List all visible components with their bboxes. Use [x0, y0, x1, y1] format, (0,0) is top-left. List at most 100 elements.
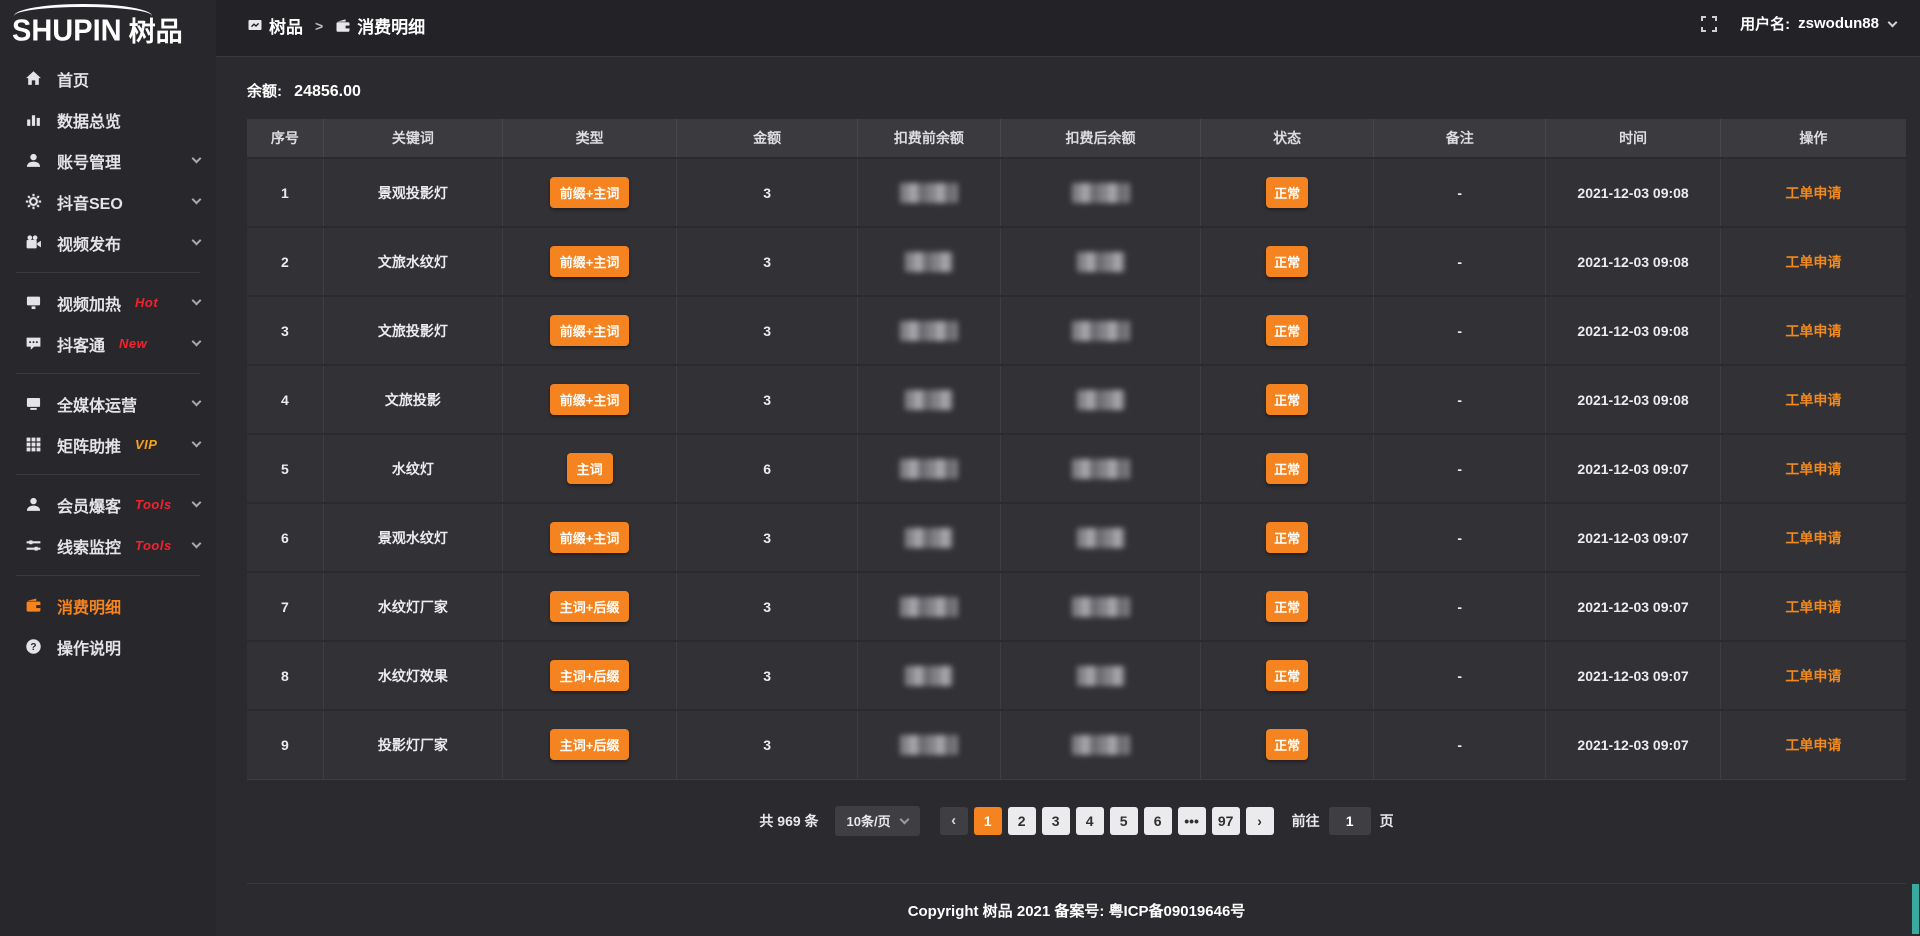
sidebar-item-label: 抖音SEO — [57, 190, 123, 214]
cell-remark: - — [1373, 296, 1546, 365]
cell-pre-balance — [858, 365, 1001, 434]
balance: 余额: 24856.00 — [247, 80, 1906, 101]
ticket-apply-link[interactable]: 工单申请 — [1785, 599, 1841, 615]
cell-keyword: 水纹灯厂家 — [323, 572, 502, 641]
breadcrumb-item-page[interactable]: 消费明细 — [335, 13, 425, 38]
cell-keyword: 文旅投影 — [323, 365, 502, 434]
chevron-down-icon — [192, 397, 202, 407]
page-button-5[interactable]: 5 — [1110, 807, 1138, 835]
masked-balance — [1072, 459, 1130, 479]
next-page-button[interactable]: › — [1246, 807, 1274, 835]
sidebar-item-lead-monitor[interactable]: 线索监控 Tools — [0, 525, 216, 566]
chevron-down-icon — [192, 236, 202, 246]
cell-amount: 3 — [677, 710, 858, 779]
monitor-icon — [24, 395, 42, 413]
type-badge: 前缀+主词 — [550, 384, 630, 415]
cell-status: 正常 — [1201, 503, 1374, 572]
cell-status: 正常 — [1201, 710, 1374, 779]
prev-page-button[interactable]: ‹ — [940, 807, 968, 835]
cell-time: 2021-12-03 09:07 — [1546, 503, 1720, 572]
cell-pre-balance — [858, 503, 1001, 572]
sidebar-item-data-overview[interactable]: 数据总览 — [0, 99, 216, 140]
sidebar-item-account-mgmt[interactable]: 账号管理 — [0, 140, 216, 181]
page-button-3[interactable]: 3 — [1042, 807, 1070, 835]
cell-time: 2021-12-03 09:08 — [1546, 158, 1720, 227]
masked-balance — [900, 183, 958, 203]
sidebar-item-instructions[interactable]: ? 操作说明 — [0, 626, 216, 667]
masked-balance — [905, 252, 953, 272]
cell-amount: 6 — [677, 434, 858, 503]
question-icon: ? — [24, 638, 42, 656]
sidebar-item-video-publish[interactable]: 视频发布 — [0, 222, 216, 263]
cell-amount: 3 — [677, 572, 858, 641]
page-button-4[interactable]: 4 — [1076, 807, 1104, 835]
page-button-97[interactable]: 97 — [1212, 807, 1240, 835]
cell-status: 正常 — [1201, 572, 1374, 641]
cell-type: 前缀+主词 — [502, 227, 676, 296]
user-icon — [24, 152, 42, 170]
sidebar-divider — [16, 272, 200, 273]
sidebar-item-douyin-seo[interactable]: 抖音SEO — [0, 181, 216, 222]
ticket-apply-link[interactable]: 工单申请 — [1785, 737, 1841, 753]
sidebar-item-consumption-detail[interactable]: 消费明细 — [0, 585, 216, 626]
sidebar-item-label: 视频加热 — [57, 291, 121, 315]
cell-no: 5 — [247, 434, 323, 503]
ticket-apply-link[interactable]: 工单申请 — [1785, 254, 1841, 270]
ticket-apply-link[interactable]: 工单申请 — [1785, 323, 1841, 339]
sidebar-item-matrix-boost[interactable]: 矩阵助推 VIP — [0, 424, 216, 465]
ticket-apply-link[interactable]: 工单申请 — [1785, 668, 1841, 684]
status-badge: 正常 — [1266, 729, 1308, 760]
ticket-apply-link[interactable]: 工单申请 — [1785, 392, 1841, 408]
sidebar-item-label: 矩阵助推 — [57, 433, 121, 457]
ticket-apply-link[interactable]: 工单申请 — [1785, 530, 1841, 546]
col-header-status: 状态 — [1201, 118, 1374, 158]
page-button-2[interactable]: 2 — [1008, 807, 1036, 835]
col-header-keyword: 关键词 — [323, 118, 502, 158]
sidebar-item-allmedia-ops[interactable]: 全媒体运营 — [0, 383, 216, 424]
cell-post-balance — [1000, 641, 1201, 710]
page-ellipsis-button[interactable]: ••• — [1178, 807, 1206, 835]
cell-type: 主词+后缀 — [502, 710, 676, 779]
cell-no: 1 — [247, 158, 323, 227]
cell-pre-balance — [858, 572, 1001, 641]
goto-unit: 页 — [1380, 811, 1394, 831]
type-badge: 前缀+主词 — [550, 246, 630, 277]
sidebar-item-video-heat[interactable]: 视频加热 Hot — [0, 282, 216, 323]
cell-keyword: 投影灯厂家 — [323, 710, 502, 779]
cell-time: 2021-12-03 09:08 — [1546, 365, 1720, 434]
masked-balance — [1077, 390, 1125, 410]
sidebar-item-label: 视频发布 — [57, 231, 121, 255]
sidebar-item-home[interactable]: 首页 — [0, 58, 216, 99]
status-badge: 正常 — [1266, 315, 1308, 346]
pagination: 共 969 条 10条/页 ‹ 1 2 3 4 5 6 ••• 97 › 前往 … — [247, 806, 1906, 836]
page-size-select[interactable]: 10条/页 — [835, 806, 920, 836]
breadcrumb-item-app[interactable]: 树品 — [247, 13, 303, 38]
ticket-apply-link[interactable]: 工单申请 — [1785, 461, 1841, 477]
cell-pre-balance — [858, 710, 1001, 779]
masked-balance — [900, 735, 958, 755]
cell-amount: 3 — [677, 296, 858, 365]
scrollbar-thumb[interactable] — [1912, 884, 1919, 934]
page-button-6[interactable]: 6 — [1144, 807, 1172, 835]
page-button-1[interactable]: 1 — [974, 807, 1002, 835]
sidebar-item-member-burst[interactable]: 会员爆客 Tools — [0, 484, 216, 525]
masked-balance — [1077, 666, 1125, 686]
cell-action: 工单申请 — [1720, 365, 1906, 434]
type-badge: 前缀+主词 — [550, 177, 630, 208]
sidebar-item-doketong[interactable]: 抖客通 New — [0, 323, 216, 364]
comment-icon — [24, 335, 42, 353]
table-row: 9 投影灯厂家 主词+后缀 3 正常 - 2021-12-03 09:07 工单… — [247, 710, 1906, 779]
sidebar-item-label: 全媒体运营 — [57, 392, 137, 416]
goto-page-input[interactable] — [1329, 807, 1371, 835]
ticket-apply-link[interactable]: 工单申请 — [1785, 185, 1841, 201]
cell-action: 工单申请 — [1720, 296, 1906, 365]
masked-balance — [1077, 252, 1125, 272]
chevron-down-icon — [899, 814, 909, 824]
username-value[interactable]: zswodun88 — [1798, 15, 1879, 32]
cell-no: 2 — [247, 227, 323, 296]
fullscreen-icon[interactable] — [1700, 15, 1718, 33]
page-size-value: 10条/页 — [847, 811, 891, 830]
topbar: 树品 > 消费明细 用户名: zswodun88 — [216, 0, 1920, 57]
sidebar-divider — [16, 373, 200, 374]
masked-balance — [1072, 321, 1130, 341]
